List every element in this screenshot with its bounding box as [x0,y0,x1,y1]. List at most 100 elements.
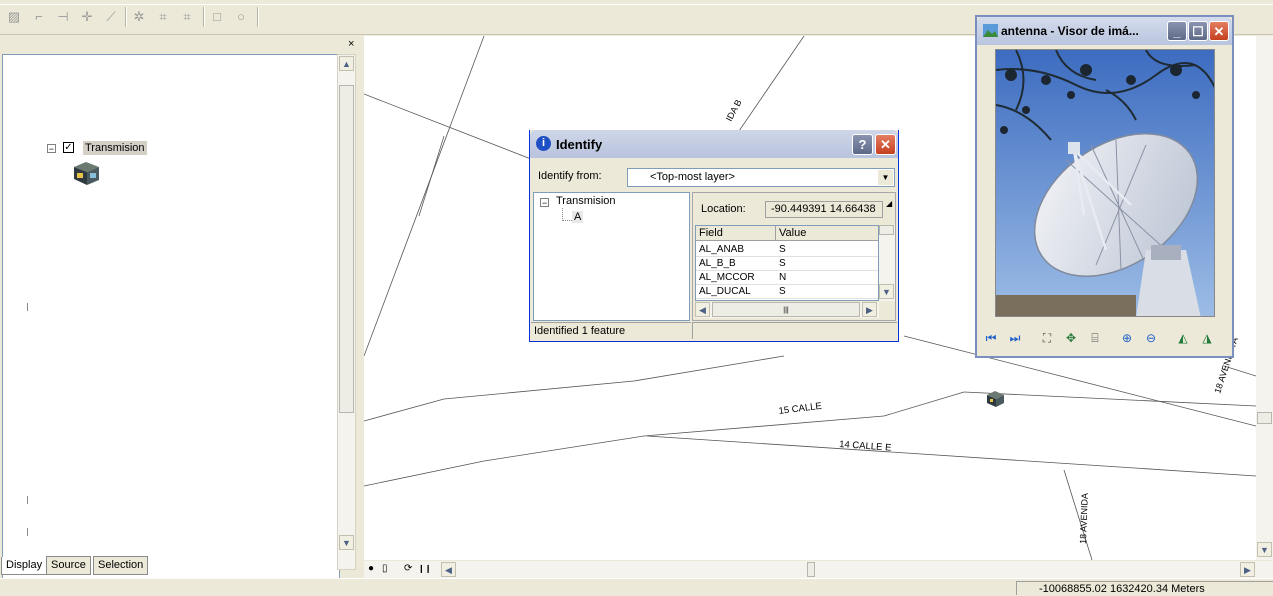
fit-icon[interactable]: ⌸ [1087,330,1103,346]
zoom-out-icon[interactable]: ⊖ [1143,330,1159,346]
circle-icon[interactable]: ○ [233,9,249,25]
street-label: IDA B [724,98,744,123]
refresh-icon[interactable]: ⟳ [404,563,412,574]
scroll-thumb[interactable] [807,562,815,577]
info-icon: i [536,136,551,151]
toolbar-separator [257,7,259,27]
maximize-button[interactable]: ☐ [1188,21,1208,41]
pause-icon[interactable]: ❙❙ [418,564,431,573]
transmision-layer-symbol-icon [74,162,99,185]
toolbar-separator [203,7,205,27]
scroll-right-button[interactable]: ▶ [1240,562,1255,577]
toolbar-separator [125,7,127,27]
table-horizontal-scrollbar[interactable]: ◀ ||| ▶ [695,302,879,318]
layer-visibility-checkbox[interactable]: ✓ [63,142,74,153]
topology-icon[interactable]: ⌗ [155,9,171,25]
table-cell-field: AL_DUCAL [696,285,776,299]
previous-icon[interactable]: ⏮ [983,330,999,346]
image-icon [983,24,998,37]
rotate-left-icon[interactable]: ◭ [1175,330,1191,346]
next-icon[interactable]: ⏭ [1007,330,1023,346]
satellite-dish-image [996,50,1214,316]
layer-collapse-toggle[interactable]: − [47,144,56,154]
layer-name[interactable]: Transmision [83,141,147,155]
table-of-contents: × − ✓ Transmision ▲ ▼ Display Source Sel… [0,36,362,590]
column-header-value[interactable]: Value [776,226,878,241]
table-cell-field: AL_ANAB [696,243,776,257]
tree-line [27,496,28,504]
identify-details-panel: Location: -90.449391 14.66438 ◢ Field Va… [692,192,896,321]
tree-line [27,303,28,311]
zoom-extent-icon[interactable]: ⛶ [1039,330,1055,346]
rotate-icon[interactable]: ✲ [131,9,147,25]
rotate-right-icon[interactable]: ◮ [1199,330,1215,346]
scroll-thumb[interactable]: ||| [712,302,860,317]
topology-edit-icon[interactable]: ⌗ [179,9,195,25]
scroll-left-button[interactable]: ◀ [695,302,710,317]
close-button[interactable]: ✕ [1209,21,1229,41]
close-button[interactable]: ✕ [875,134,896,155]
identify-status-pane [692,322,897,339]
street-label: 14 CALLE E [839,439,892,454]
identify-from-dropdown[interactable]: <Top-most layer> ▼ [627,168,895,187]
scroll-thumb[interactable] [879,225,894,235]
attribute-table: Field Value AL_ANAB S AL_B_B S AL_MCCOR … [695,225,879,301]
scroll-down-button[interactable]: ▼ [339,535,354,550]
minimize-button[interactable]: _ [1167,21,1187,41]
identify-from-label: Identify from: [538,170,602,182]
edit-vertices-icon[interactable]: ▨ [6,9,22,25]
viewer-toolbar: ⏮ ⏭ ⛶ ✥ ⌸ ⊕ ⊖ ◭ ◮ [981,330,1231,350]
scroll-down-button[interactable]: ▼ [1257,542,1272,557]
image-viewer-window: antenna - Visor de imá... _ ☐ ✕ ⏮ ⏭ ⛶ ✥ … [975,15,1234,358]
viewer-titlebar[interactable]: antenna - Visor de imá... _ ☐ ✕ [977,17,1232,45]
table-cell-value: S [776,257,878,271]
status-bar: -10068855.02 1632420.34 Meters [0,578,1273,595]
viewer-title: antenna - Visor de imá... [1001,24,1139,38]
scroll-thumb[interactable] [1257,412,1272,424]
cut-icon[interactable]: ⊣ [55,9,71,25]
scroll-left-button[interactable]: ◀ [441,562,456,577]
antenna-photo [995,49,1215,317]
toc-vertical-scrollbar[interactable]: ▲ ▼ [337,54,356,570]
pan-icon[interactable]: ✥ [1063,330,1079,346]
globe-icon[interactable]: ● [368,563,374,574]
toc-close-button[interactable]: × [348,38,354,50]
map-horizontal-scrollbar[interactable]: ● ▯ ⟳ ❙❙ ◀ ▶ [364,561,1273,578]
layout-view-icon[interactable]: ▯ [382,563,388,574]
location-menu-icon[interactable]: ◢ [886,199,892,208]
zoom-in-icon[interactable]: ⊕ [1119,330,1135,346]
location-value: -90.449391 14.66438 [765,201,883,218]
identify-titlebar[interactable]: i Identify ? ✕ [530,130,898,158]
street-label: 18 AVENIDA [1078,493,1090,544]
scroll-right-button[interactable]: ▶ [862,302,877,317]
table-cell-value: N [776,271,878,285]
identify-from-value: <Top-most layer> [650,171,735,183]
table-vertical-scrollbar[interactable]: ▼ [879,225,895,301]
identify-results-tree: − Transmision A [533,192,690,321]
column-header-field[interactable]: Field [696,226,776,241]
tree-layer-node[interactable]: Transmision [556,195,616,207]
scroll-thumb[interactable] [339,85,354,413]
help-button[interactable]: ? [852,134,873,155]
map-vertical-scrollbar[interactable]: ▼ [1256,36,1273,560]
tree-line [562,220,572,222]
trace-icon[interactable]: ⟋ [103,9,119,25]
chevron-down-icon[interactable]: ▼ [878,170,893,185]
tab-display[interactable]: Display [1,557,48,575]
split-icon[interactable]: ✛ [79,9,95,25]
tab-selection[interactable]: Selection [93,556,149,575]
reshape-icon[interactable]: ⌐ [31,9,47,25]
tree-feature-node[interactable]: A [572,211,584,223]
tree-collapse-toggle[interactable]: − [540,198,549,208]
location-label: Location: [701,203,746,215]
table-cell-field: AL_B_B [696,257,776,271]
table-cell-field: AL_MCCOR [696,271,776,285]
scroll-up-button[interactable]: ▲ [339,56,354,71]
rectangle-icon[interactable]: □ [209,9,225,25]
toolbar-top-edge [0,0,1273,5]
tree-line [27,528,28,536]
tab-source[interactable]: Source [46,556,91,575]
scroll-down-button[interactable]: ▼ [879,284,894,299]
identify-dialog: i Identify ? ✕ Identify from: <Top-most … [529,130,899,342]
toc-tree: − ✓ Transmision [2,54,340,590]
